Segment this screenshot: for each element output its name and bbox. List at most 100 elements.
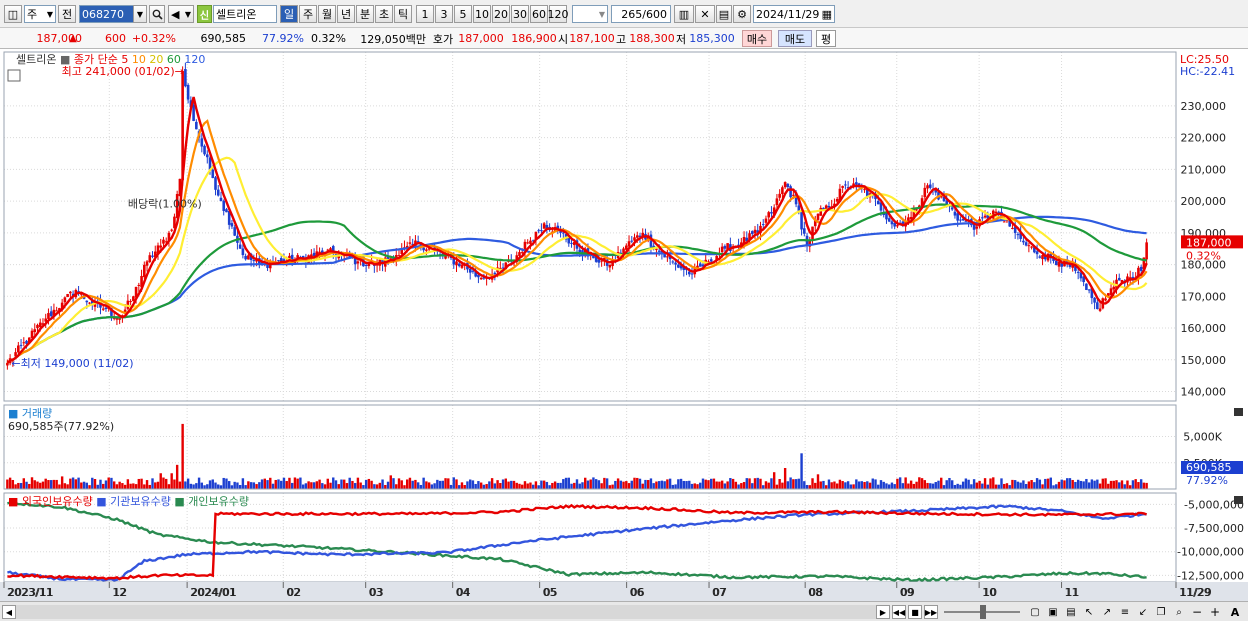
volume-bar xyxy=(701,478,705,489)
candle-body xyxy=(452,258,456,265)
volume-bar xyxy=(970,484,973,489)
volume-bar xyxy=(233,481,236,489)
buy-button[interactable]: 매수 xyxy=(742,30,772,47)
volume-value: 690,585 xyxy=(200,32,247,45)
scroll-track[interactable] xyxy=(16,605,876,619)
volume-bar xyxy=(877,484,880,489)
volume-bar xyxy=(304,483,308,489)
candle-type-icon[interactable]: ▥ xyxy=(674,5,694,23)
scroll-left-icon[interactable]: ◀ xyxy=(2,605,16,619)
layout-2-icon[interactable]: ▣ xyxy=(1046,605,1060,619)
volume-bar xyxy=(334,480,338,489)
volume-bar xyxy=(1120,480,1124,489)
tab-minute-5[interactable]: 30 xyxy=(511,5,529,23)
volume-bar xyxy=(948,477,951,489)
tab-minute-7[interactable]: 120 xyxy=(548,5,569,23)
x-tick-label: 08 xyxy=(809,586,823,599)
date-picker[interactable]: 2024/11/29 ▦ xyxy=(753,5,835,23)
scroll-right-icon[interactable]: ▶ xyxy=(876,605,890,619)
code-dropdown-button[interactable]: ▼ xyxy=(133,5,147,23)
volume-bar xyxy=(605,478,609,489)
stock-code-input[interactable]: 068270 xyxy=(79,5,134,23)
volume-bar xyxy=(271,483,275,489)
volume-bar xyxy=(614,480,617,489)
tab-period-5[interactable]: 초 xyxy=(375,5,393,23)
tab-period-3[interactable]: 년 xyxy=(337,5,355,23)
volume-bar xyxy=(208,480,212,489)
search-icon[interactable] xyxy=(149,5,165,23)
chart-menu-icon[interactable]: ◫ xyxy=(4,5,22,23)
candle-body xyxy=(608,264,612,268)
tab-period-2[interactable]: 월 xyxy=(318,5,336,23)
volume-bar xyxy=(608,485,612,489)
volume-bar xyxy=(247,481,250,489)
tab-period-1[interactable]: 주 xyxy=(299,5,317,23)
gear-icon[interactable]: ⚙ xyxy=(733,5,751,23)
volume-bar xyxy=(770,478,773,489)
crosshair-icon[interactable]: ✕ xyxy=(695,5,715,23)
candle-body xyxy=(1085,283,1088,290)
volume-bar xyxy=(808,485,811,489)
layout-3-icon[interactable]: ▤ xyxy=(1064,605,1078,619)
tab-period-0[interactable]: 일 xyxy=(280,5,298,23)
volume-bar xyxy=(942,485,946,489)
market-type-select[interactable]: 주 ▼ xyxy=(24,5,56,23)
volume-bar xyxy=(69,478,72,489)
volume-bar xyxy=(909,480,913,489)
stock-name-field[interactable]: 셀트리온 xyxy=(213,5,277,23)
volume-bar xyxy=(846,481,850,489)
volume-bar xyxy=(225,478,228,489)
tab-minute-3[interactable]: 10 xyxy=(473,5,491,23)
volume-bar xyxy=(559,482,562,489)
layout-1-icon[interactable]: ▢ xyxy=(1028,605,1042,619)
tab-minute-0[interactable]: 1 xyxy=(416,5,434,23)
tab-minute-4[interactable]: 20 xyxy=(492,5,510,23)
custom-interval-input[interactable]: ▼ xyxy=(572,5,608,23)
volume-bar xyxy=(789,477,792,489)
zoom-in-icon[interactable]: + xyxy=(1208,605,1222,619)
volume-bar xyxy=(249,482,253,489)
volume-bar xyxy=(898,477,902,489)
sell-button[interactable]: 매도 xyxy=(778,30,812,47)
volume-bar xyxy=(416,482,420,489)
stock-chart[interactable]: 2023/11 12 2024/01 02 03 04 05 06 07 08 09 10 11 11/2… xyxy=(0,49,1248,601)
trend-tool-icon[interactable]: ↗ xyxy=(1100,605,1114,619)
tab-period-4[interactable]: 분 xyxy=(356,5,374,23)
tab-minute-1[interactable]: 3 xyxy=(435,5,453,23)
volume-bar xyxy=(556,482,560,489)
candle-body xyxy=(844,184,847,186)
candle-body xyxy=(1098,308,1102,311)
candle-body xyxy=(205,154,209,158)
play-icon[interactable]: ▶▶ xyxy=(924,605,938,619)
candle-body xyxy=(753,229,757,234)
candle-body xyxy=(1104,298,1107,301)
volume-bar xyxy=(581,482,584,489)
speaker-icon[interactable]: ◀ ▼ xyxy=(168,5,194,23)
zoom-icon[interactable]: ⌕ xyxy=(1172,605,1186,619)
rewind-icon[interactable]: ◀◀ xyxy=(892,605,906,619)
text-tool-icon[interactable]: ↙ xyxy=(1136,605,1150,619)
candle-body xyxy=(928,184,932,188)
copy-icon[interactable]: ❐ xyxy=(1154,605,1168,619)
drawing-tool-icon[interactable]: ▤ xyxy=(716,5,732,23)
tab-minute-2[interactable]: 5 xyxy=(454,5,472,23)
volume-bar xyxy=(994,484,998,489)
zoom-out-icon[interactable]: − xyxy=(1190,605,1204,619)
volume-bar xyxy=(400,480,403,489)
tab-period-6[interactable]: 틱 xyxy=(394,5,412,23)
fib-tool-icon[interactable]: ≡ xyxy=(1118,605,1132,619)
prev-button[interactable]: 전 xyxy=(58,5,76,23)
tab-minute-6[interactable]: 60 xyxy=(530,5,548,23)
data-count-field[interactable]: 265/600 xyxy=(611,5,671,23)
volume-bar xyxy=(165,478,168,489)
evaluate-button[interactable]: 평 xyxy=(816,30,836,47)
calendar-icon: ▦ xyxy=(821,7,832,21)
line-tool-icon[interactable]: ↖ xyxy=(1082,605,1096,619)
volume-bar xyxy=(1123,484,1126,489)
stop-icon[interactable]: ■ xyxy=(908,605,922,619)
candle-body xyxy=(876,200,880,205)
font-size-icon[interactable]: A xyxy=(1226,605,1244,619)
magnifier-glyph xyxy=(152,9,163,20)
volume-bar xyxy=(764,481,768,489)
zoom-slider-handle[interactable] xyxy=(980,605,986,619)
